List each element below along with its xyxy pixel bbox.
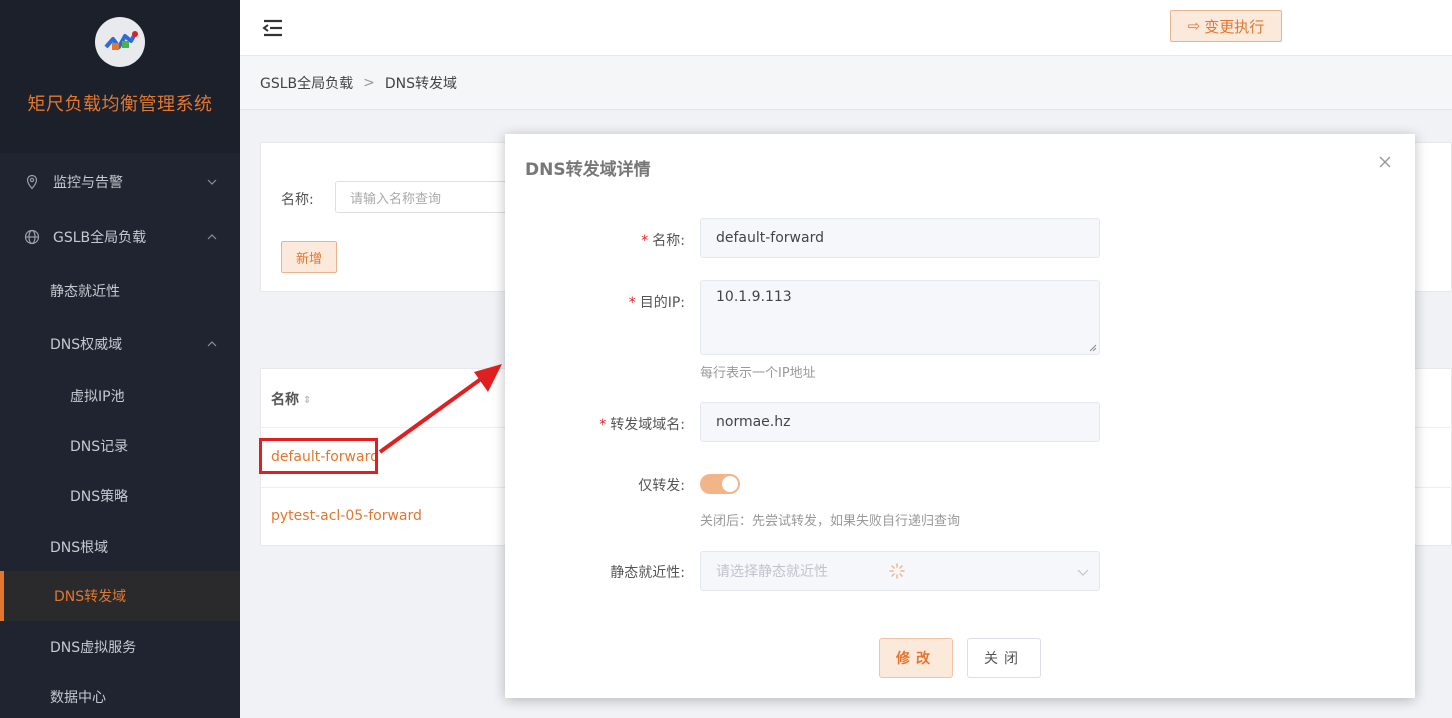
name-field-value: default-forward (716, 230, 824, 246)
sidebar-item-dns-policy[interactable]: DNS策略 (0, 471, 240, 521)
sidebar-item-label: DNS策略 (70, 489, 129, 505)
annotation-arrow-icon (378, 364, 502, 454)
sidebar-item-label: 虚拟IP池 (70, 389, 125, 405)
close-icon[interactable] (1377, 154, 1393, 170)
chevron-up-icon (207, 341, 217, 347)
close-button[interactable]: 关闭 (967, 638, 1041, 678)
sidebar-item-dns-virtual-service[interactable]: DNS虚拟服务 (0, 622, 240, 672)
sidebar-item-label: GSLB全局负载 (53, 230, 147, 246)
sidebar-item-dns-records[interactable]: DNS记录 (0, 421, 240, 471)
breadcrumb-item-gslb[interactable]: GSLB全局负载 (260, 73, 353, 93)
static-proximity-select[interactable]: 请选择静态就近性 (700, 551, 1100, 591)
top-header: ⇨ 变更执行 (240, 0, 1452, 56)
sidebar-item-gslb[interactable]: GSLB全局负载 (0, 212, 240, 262)
column-header-name[interactable]: 名称 ⇕ (271, 389, 311, 409)
table-row-name[interactable]: pytest-acl-05-forward (271, 508, 422, 524)
brand: 矩尺负载均衡管理系统 (0, 0, 240, 153)
sidebar-item-label: DNS记录 (70, 439, 129, 455)
forward-domain-field[interactable]: normae.hz (700, 402, 1100, 442)
arrow-right-icon: ⇨ (1187, 17, 1201, 35)
highlight-annotation-box (259, 438, 378, 474)
chevron-down-icon (207, 179, 217, 185)
breadcrumb-item-dns-forward: DNS转发域 (384, 75, 458, 92)
chevron-down-icon (1077, 569, 1089, 576)
sidebar-item-label: DNS权威域 (50, 337, 123, 353)
required-mark: * (628, 295, 636, 311)
sidebar-item-dns-forward[interactable]: DNS转发域 (0, 571, 240, 621)
globe-icon (24, 229, 40, 245)
search-label: 名称: (281, 192, 314, 208)
location-pin-icon (26, 174, 38, 190)
sidebar-item-virtual-ip-pool[interactable]: 虚拟IP池 (0, 371, 240, 421)
required-mark: * (599, 417, 607, 433)
breadcrumb-separator: > (363, 74, 375, 91)
sidebar-item-label: 监控与告警 (53, 175, 123, 191)
forward-only-toggle[interactable] (700, 474, 740, 494)
menu-fold-icon[interactable] (262, 18, 284, 38)
name-field[interactable]: default-forward (700, 218, 1100, 258)
change-execute-label: 变更执行 (1204, 17, 1265, 36)
breadcrumb: GSLB全局负载 > DNS转发域 (240, 56, 1452, 110)
chevron-up-icon (207, 234, 217, 240)
sidebar-item-static-proximity[interactable]: 静态就近性 (0, 266, 240, 316)
sidebar-item-monitoring[interactable]: 监控与告警 (0, 157, 240, 207)
column-header-label: 名称 (271, 392, 299, 408)
required-mark: * (641, 233, 649, 249)
sidebar-item-label: DNS虚拟服务 (50, 640, 137, 656)
forward-domain-field-label: * 转发域域名: (599, 417, 685, 433)
dialog-title: DNS转发域详情 (525, 160, 651, 180)
dest-ip-value: 10.1.9.113 (716, 289, 792, 305)
dns-forward-detail-dialog: DNS转发域详情 * 名称: default-forward * 目的IP: 10.… (505, 134, 1415, 698)
sort-icon[interactable]: ⇕ (303, 395, 311, 406)
dest-ip-field-label: * 目的IP: (628, 295, 685, 311)
change-execute-button[interactable]: ⇨ 变更执行 (1170, 10, 1282, 42)
app-logo (95, 17, 145, 67)
sidebar-item-label: DNS转发域 (54, 589, 127, 605)
add-button[interactable]: 新增 (281, 241, 337, 273)
sidebar-item-label: 静态就近性 (50, 284, 120, 300)
name-field-label: * 名称: (641, 233, 685, 249)
forward-only-help-text: 关闭后：先尝试转发，如果失败自行递归查询 (700, 514, 961, 529)
app-title: 矩尺负载均衡管理系统 (27, 94, 213, 115)
toggle-knob (722, 476, 738, 492)
dest-ip-help-text: 每行表示一个IP地址 (700, 366, 816, 381)
search-placeholder: 请输入名称查询 (350, 191, 442, 207)
sidebar-item-label: DNS根域 (50, 540, 109, 556)
forward-only-label: 仅转发: (638, 478, 685, 494)
sidebar-item-dns-root[interactable]: DNS根域 (0, 522, 240, 572)
static-proximity-label: 静态就近性: (610, 565, 685, 581)
loading-spinner-icon (889, 563, 905, 579)
sidebar-item-datacenter[interactable]: 数据中心 (0, 672, 240, 718)
dest-ip-textarea[interactable]: 10.1.9.113 (700, 280, 1100, 355)
forward-domain-value: normae.hz (716, 414, 791, 430)
edit-button[interactable]: 修改 (879, 638, 953, 678)
sidebar-item-label: 数据中心 (50, 690, 106, 706)
sidebar-item-dns-authoritative[interactable]: DNS权威域 (0, 319, 240, 369)
static-proximity-placeholder: 请选择静态就近性 (716, 564, 828, 580)
resize-handle-icon[interactable] (1089, 344, 1097, 352)
sidebar: 矩尺负载均衡管理系统 监控与告警 GSLB全局负载 静态就近性 DNS权威域 虚… (0, 0, 240, 718)
